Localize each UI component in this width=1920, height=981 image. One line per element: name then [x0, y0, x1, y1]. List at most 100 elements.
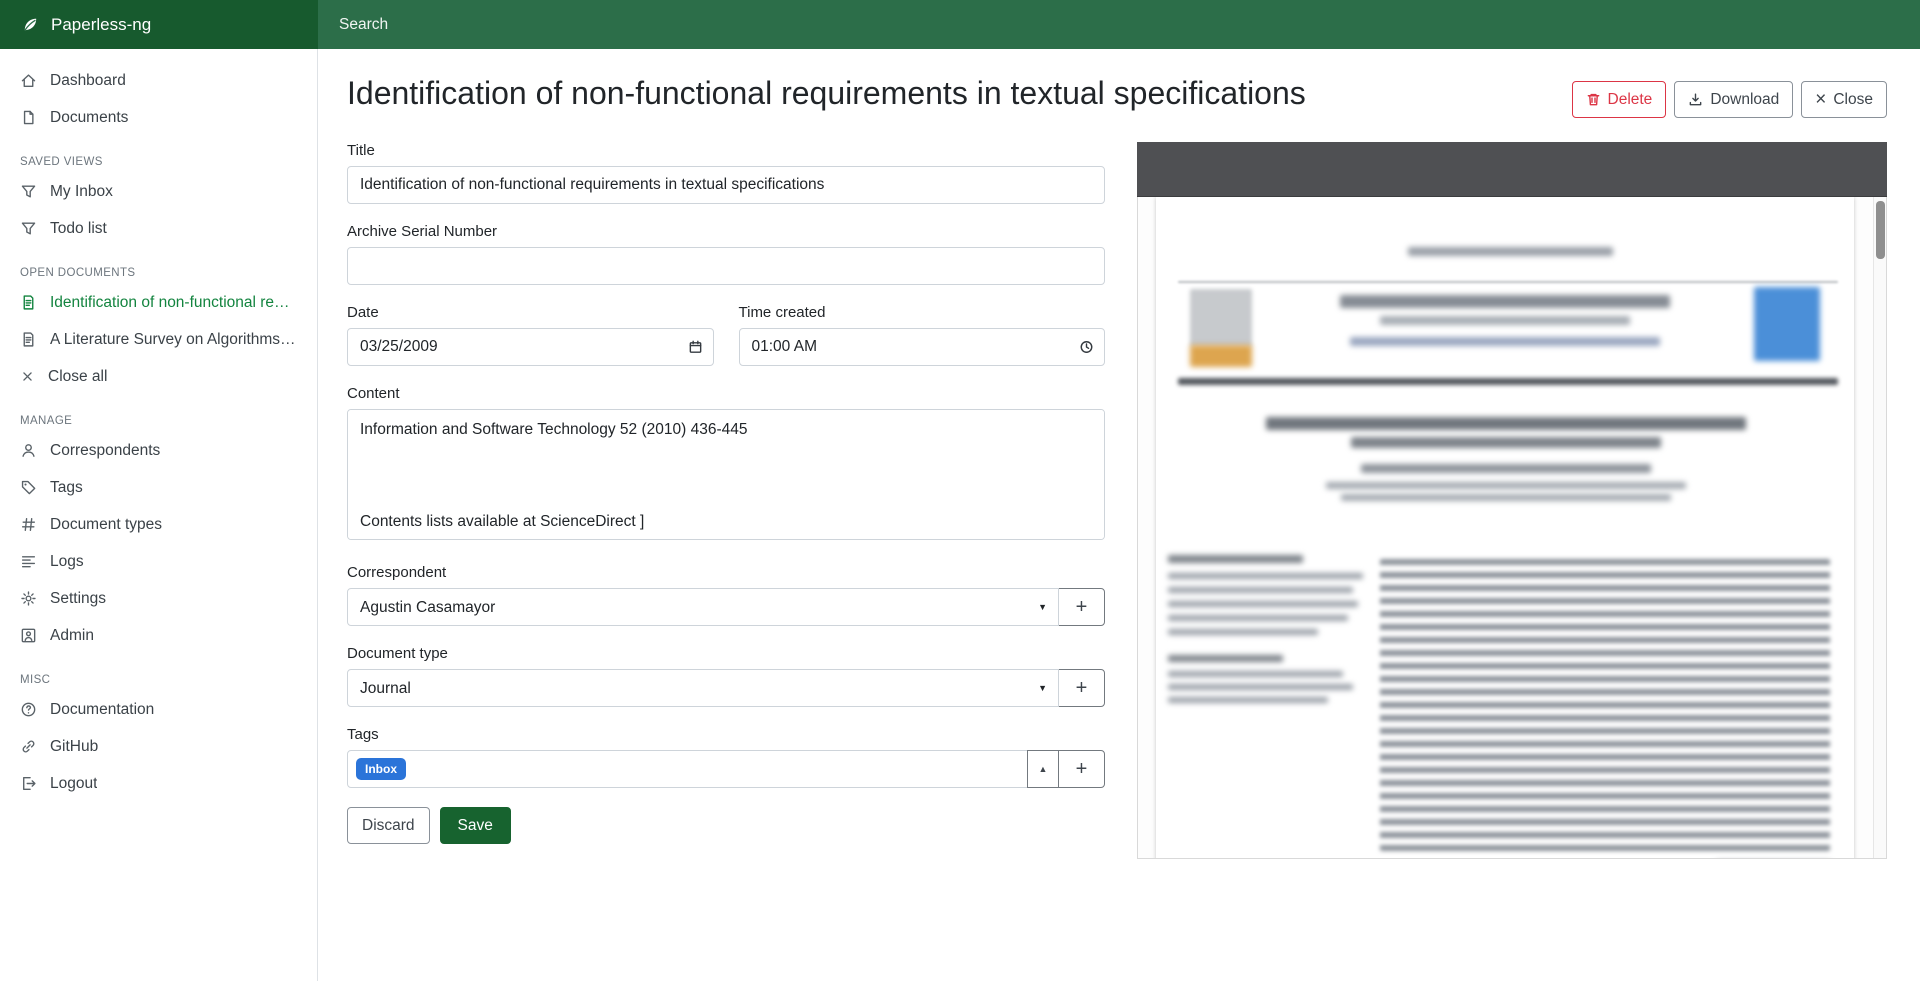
sidebar-heading-manage: MANAGE: [0, 395, 317, 432]
discard-button[interactable]: Discard: [347, 807, 430, 844]
tags-icon: [20, 479, 37, 496]
logs-icon: [20, 553, 37, 570]
document-types-icon: [20, 516, 37, 533]
blurred-journal-title-line: [1340, 295, 1670, 308]
close-all-icon: [20, 369, 35, 384]
correspondent-select[interactable]: Agustin Casamayor: [347, 588, 1059, 626]
add-correspondent-button[interactable]: +: [1058, 588, 1105, 626]
document-type-select[interactable]: Journal: [347, 669, 1059, 707]
paperless-logo-icon: [21, 15, 40, 34]
trash-icon: [1586, 92, 1601, 107]
time-created-input[interactable]: [739, 328, 1106, 366]
sidebar-item-admin[interactable]: Admin: [0, 617, 317, 654]
close-icon: ×: [1815, 90, 1826, 109]
time-created-label: Time created: [739, 304, 1106, 321]
blurred-sidebar-line: [1168, 697, 1328, 703]
blurred-sidebar-heading-2: [1168, 655, 1283, 662]
title-label: Title: [347, 142, 1105, 159]
app-brand[interactable]: Paperless-ng: [0, 0, 318, 49]
page-title: Identification of non-functional require…: [347, 73, 1306, 115]
sidebar-item-github[interactable]: GitHub: [0, 728, 317, 765]
filter-icon: [20, 183, 37, 200]
page-header: Identification of non-functional require…: [347, 73, 1887, 118]
sidebar-item-open-document-1[interactable]: Identification of non-functional require…: [0, 284, 317, 321]
sidebar-item-label: Settings: [50, 590, 106, 608]
save-button[interactable]: Save: [440, 807, 511, 844]
sidebar-item-label: Identification of non-functional require…: [50, 294, 297, 312]
tag-badge-inbox[interactable]: Inbox: [356, 758, 406, 780]
date-input[interactable]: [347, 328, 714, 366]
document-icon: [20, 331, 37, 348]
sidebar: Dashboard Documents SAVED VIEWS My Inbox…: [0, 49, 318, 981]
tags-input[interactable]: Inbox: [347, 750, 1028, 788]
settings-icon: [20, 590, 37, 607]
sidebar-item-logout[interactable]: Logout: [0, 765, 317, 802]
preview-scrollbar-thumb[interactable]: [1876, 201, 1885, 259]
sidebar-item-label: My Inbox: [50, 183, 113, 201]
tags-label: Tags: [347, 726, 1105, 743]
sidebar-item-label: Documentation: [50, 701, 154, 719]
add-tag-button[interactable]: +: [1058, 750, 1105, 788]
sidebar-item-documents[interactable]: Documents: [0, 99, 317, 136]
plus-icon: +: [1076, 677, 1088, 700]
document-type-label: Document type: [347, 645, 1105, 662]
filter-icon: [20, 220, 37, 237]
sidebar-item-close-all[interactable]: Close all: [0, 358, 317, 395]
sidebar-heading-open-documents: OPEN DOCUMENTS: [0, 247, 317, 284]
blurred-rule-top: [1178, 281, 1838, 283]
blurred-journal-homepage-line: [1350, 337, 1660, 346]
preview-scrollbar[interactable]: [1873, 197, 1886, 858]
sidebar-item-logs[interactable]: Logs: [0, 543, 317, 580]
sidebar-item-dashboard[interactable]: Dashboard: [0, 62, 317, 99]
download-button[interactable]: Download: [1674, 81, 1793, 118]
close-button[interactable]: × Close: [1801, 81, 1887, 118]
blurred-sidebar-line: [1168, 601, 1358, 607]
correspondent-label: Correspondent: [347, 564, 1105, 581]
title-input[interactable]: [347, 166, 1105, 204]
blurred-sidebar-heading-1: [1168, 555, 1303, 563]
header-actions: Delete Download × Close: [1572, 81, 1888, 118]
topbar: Paperless-ng: [0, 0, 1920, 49]
blurred-affiliation-line-2: [1341, 494, 1671, 501]
delete-button-label: Delete: [1608, 91, 1653, 109]
sidebar-item-document-types[interactable]: Document types: [0, 506, 317, 543]
asn-input[interactable]: [347, 247, 1105, 285]
plus-icon: +: [1076, 596, 1088, 619]
pdf-viewer: [1137, 197, 1887, 859]
content-textarea[interactable]: Information and Software Technology 52 (…: [347, 409, 1105, 540]
global-search: [318, 0, 1920, 49]
link-icon: [20, 738, 37, 755]
admin-icon: [20, 627, 37, 644]
blurred-article-title-line-1: [1266, 417, 1746, 430]
blurred-article-title-line-2: [1351, 437, 1661, 448]
dashboard-icon: [20, 72, 37, 89]
sidebar-item-correspondents[interactable]: Correspondents: [0, 432, 317, 469]
close-button-label: Close: [1833, 91, 1873, 109]
sidebar-item-open-document-2[interactable]: A Literature Survey on Algorithms for Mu…: [0, 321, 317, 358]
sidebar-item-label: Todo list: [50, 220, 107, 238]
sidebar-item-label: Admin: [50, 627, 94, 645]
sidebar-item-label: Document types: [50, 516, 162, 534]
download-button-label: Download: [1710, 91, 1779, 109]
pdf-page: [1156, 197, 1854, 859]
sidebar-item-label: Correspondents: [50, 442, 160, 460]
sidebar-item-label: Documents: [50, 109, 128, 127]
main-content: Identification of non-functional require…: [318, 49, 1920, 981]
documents-icon: [20, 109, 37, 126]
search-input[interactable]: [318, 0, 1920, 49]
sidebar-item-documentation[interactable]: Documentation: [0, 691, 317, 728]
document-preview: [1137, 142, 1887, 859]
blurred-publisher-logo: [1190, 289, 1252, 347]
help-circle-icon: [20, 701, 37, 718]
sidebar-item-my-inbox[interactable]: My Inbox: [0, 173, 317, 210]
sidebar-item-label: Dashboard: [50, 72, 126, 90]
delete-button[interactable]: Delete: [1572, 81, 1667, 118]
blurred-sidebar-line: [1168, 615, 1348, 621]
tags-dropdown-toggle[interactable]: ▲: [1027, 750, 1059, 788]
add-document-type-button[interactable]: +: [1058, 669, 1105, 707]
sidebar-item-label: Close all: [48, 368, 107, 386]
sidebar-item-settings[interactable]: Settings: [0, 580, 317, 617]
blurred-rule-bottom: [1178, 378, 1838, 385]
sidebar-item-todo-list[interactable]: Todo list: [0, 210, 317, 247]
sidebar-item-tags[interactable]: Tags: [0, 469, 317, 506]
